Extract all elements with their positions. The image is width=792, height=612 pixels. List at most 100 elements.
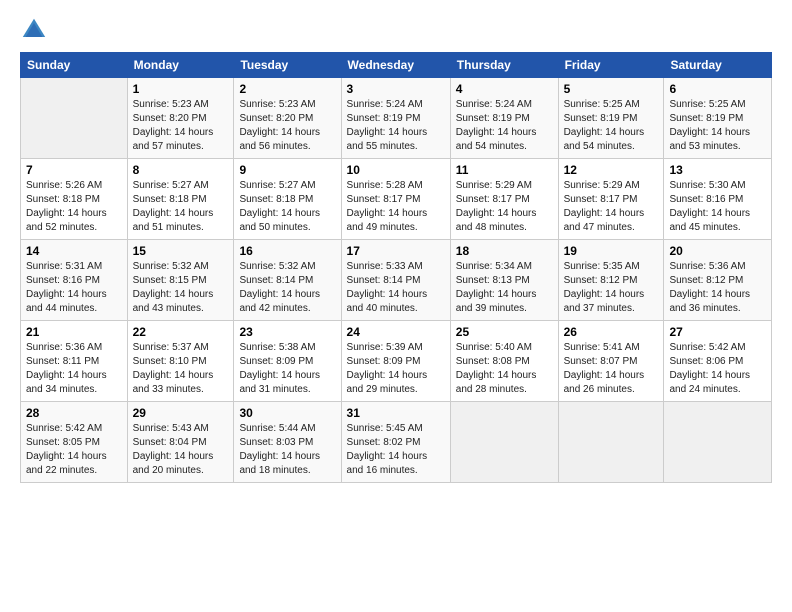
- day-number: 1: [133, 82, 229, 96]
- calendar-cell: [21, 78, 128, 159]
- day-number: 16: [239, 244, 335, 258]
- day-content: Sunrise: 5:27 AM Sunset: 8:18 PM Dayligh…: [133, 179, 229, 235]
- day-number: 31: [347, 406, 445, 420]
- day-number: 23: [239, 325, 335, 339]
- day-number: 27: [669, 325, 766, 339]
- day-content: Sunrise: 5:24 AM Sunset: 8:19 PM Dayligh…: [456, 98, 553, 154]
- day-content: Sunrise: 5:40 AM Sunset: 8:08 PM Dayligh…: [456, 341, 553, 397]
- day-number: 22: [133, 325, 229, 339]
- day-number: 11: [456, 163, 553, 177]
- calendar-cell: [664, 402, 772, 483]
- calendar-cell: 11 Sunrise: 5:29 AM Sunset: 8:17 PM Dayli…: [450, 159, 558, 240]
- day-content: Sunrise: 5:34 AM Sunset: 8:13 PM Dayligh…: [456, 260, 553, 316]
- day-content: Sunrise: 5:35 AM Sunset: 8:12 PM Dayligh…: [564, 260, 659, 316]
- day-content: Sunrise: 5:43 AM Sunset: 8:04 PM Dayligh…: [133, 422, 229, 478]
- page-header: [20, 16, 772, 44]
- day-content: Sunrise: 5:25 AM Sunset: 8:19 PM Dayligh…: [669, 98, 766, 154]
- calendar-cell: 20 Sunrise: 5:36 AM Sunset: 8:12 PM Dayli…: [664, 240, 772, 321]
- day-content: Sunrise: 5:41 AM Sunset: 8:07 PM Dayligh…: [564, 341, 659, 397]
- calendar-header-row: SundayMondayTuesdayWednesdayThursdayFrid…: [21, 53, 772, 78]
- calendar-cell: 21Sunrise: 5:36 AM Sunset: 8:11 PM Dayli…: [21, 321, 128, 402]
- calendar-cell: 3Sunrise: 5:24 AM Sunset: 8:19 PM Daylig…: [341, 78, 450, 159]
- header-tuesday: Tuesday: [234, 53, 341, 78]
- day-content: Sunrise: 5:32 AM Sunset: 8:14 PM Dayligh…: [239, 260, 335, 316]
- calendar-cell: 8 Sunrise: 5:27 AM Sunset: 8:18 PM Daylig…: [127, 159, 234, 240]
- calendar-cell: 9Sunrise: 5:27 AM Sunset: 8:18 PM Daylig…: [234, 159, 341, 240]
- calendar-cell: 6 Sunrise: 5:25 AM Sunset: 8:19 PM Daylig…: [664, 78, 772, 159]
- day-content: Sunrise: 5:38 AM Sunset: 8:09 PM Dayligh…: [239, 341, 335, 397]
- day-content: Sunrise: 5:30 AM Sunset: 8:16 PM Dayligh…: [669, 179, 766, 235]
- calendar-cell: 13 Sunrise: 5:30 AM Sunset: 8:16 PM Dayli…: [664, 159, 772, 240]
- day-content: Sunrise: 5:24 AM Sunset: 8:19 PM Dayligh…: [347, 98, 445, 154]
- day-number: 15: [133, 244, 229, 258]
- calendar-cell: 7 Sunrise: 5:26 AM Sunset: 8:18 PM Daylig…: [21, 159, 128, 240]
- calendar-week-row: 14 Sunrise: 5:31 AM Sunset: 8:16 PM Dayli…: [21, 240, 772, 321]
- day-content: Sunrise: 5:27 AM Sunset: 8:18 PM Dayligh…: [239, 179, 335, 235]
- calendar-cell: 14 Sunrise: 5:31 AM Sunset: 8:16 PM Dayli…: [21, 240, 128, 321]
- day-number: 7: [26, 163, 122, 177]
- calendar-cell: 26 Sunrise: 5:41 AM Sunset: 8:07 PM Dayli…: [558, 321, 664, 402]
- day-number: 2: [239, 82, 335, 96]
- calendar-cell: 17 Sunrise: 5:33 AM Sunset: 8:14 PM Dayli…: [341, 240, 450, 321]
- header-sunday: Sunday: [21, 53, 128, 78]
- calendar-cell: 23 Sunrise: 5:38 AM Sunset: 8:09 PM Dayli…: [234, 321, 341, 402]
- calendar-cell: 30 Sunrise: 5:44 AM Sunset: 8:03 PM Dayli…: [234, 402, 341, 483]
- calendar-week-row: 28Sunrise: 5:42 AM Sunset: 8:05 PM Dayli…: [21, 402, 772, 483]
- day-content: Sunrise: 5:33 AM Sunset: 8:14 PM Dayligh…: [347, 260, 445, 316]
- calendar-cell: 27 Sunrise: 5:42 AM Sunset: 8:06 PM Dayli…: [664, 321, 772, 402]
- day-number: 12: [564, 163, 659, 177]
- day-content: Sunrise: 5:23 AM Sunset: 8:20 PM Dayligh…: [239, 98, 335, 154]
- day-number: 18: [456, 244, 553, 258]
- day-number: 20: [669, 244, 766, 258]
- calendar-cell: 19 Sunrise: 5:35 AM Sunset: 8:12 PM Dayli…: [558, 240, 664, 321]
- day-content: Sunrise: 5:36 AM Sunset: 8:12 PM Dayligh…: [669, 260, 766, 316]
- logo-icon: [20, 16, 48, 44]
- calendar-cell: 28Sunrise: 5:42 AM Sunset: 8:05 PM Dayli…: [21, 402, 128, 483]
- calendar-cell: 12 Sunrise: 5:29 AM Sunset: 8:17 PM Dayli…: [558, 159, 664, 240]
- calendar-week-row: 21Sunrise: 5:36 AM Sunset: 8:11 PM Dayli…: [21, 321, 772, 402]
- day-number: 25: [456, 325, 553, 339]
- day-number: 4: [456, 82, 553, 96]
- day-number: 5: [564, 82, 659, 96]
- day-content: Sunrise: 5:42 AM Sunset: 8:06 PM Dayligh…: [669, 341, 766, 397]
- day-number: 19: [564, 244, 659, 258]
- header-friday: Friday: [558, 53, 664, 78]
- day-content: Sunrise: 5:29 AM Sunset: 8:17 PM Dayligh…: [456, 179, 553, 235]
- day-content: Sunrise: 5:36 AM Sunset: 8:11 PM Dayligh…: [26, 341, 122, 397]
- day-number: 14: [26, 244, 122, 258]
- day-number: 26: [564, 325, 659, 339]
- day-number: 29: [133, 406, 229, 420]
- calendar-cell: 24Sunrise: 5:39 AM Sunset: 8:09 PM Dayli…: [341, 321, 450, 402]
- calendar-cell: [450, 402, 558, 483]
- header-saturday: Saturday: [664, 53, 772, 78]
- day-number: 17: [347, 244, 445, 258]
- calendar-cell: 2 Sunrise: 5:23 AM Sunset: 8:20 PM Daylig…: [234, 78, 341, 159]
- calendar-week-row: 1 Sunrise: 5:23 AM Sunset: 8:20 PM Daylig…: [21, 78, 772, 159]
- day-number: 30: [239, 406, 335, 420]
- calendar-cell: 22Sunrise: 5:37 AM Sunset: 8:10 PM Dayli…: [127, 321, 234, 402]
- calendar-cell: 15 Sunrise: 5:32 AM Sunset: 8:15 PM Dayli…: [127, 240, 234, 321]
- calendar-table: SundayMondayTuesdayWednesdayThursdayFrid…: [20, 52, 772, 483]
- day-content: Sunrise: 5:44 AM Sunset: 8:03 PM Dayligh…: [239, 422, 335, 478]
- day-content: Sunrise: 5:26 AM Sunset: 8:18 PM Dayligh…: [26, 179, 122, 235]
- day-content: Sunrise: 5:32 AM Sunset: 8:15 PM Dayligh…: [133, 260, 229, 316]
- day-content: Sunrise: 5:23 AM Sunset: 8:20 PM Dayligh…: [133, 98, 229, 154]
- header-wednesday: Wednesday: [341, 53, 450, 78]
- calendar-cell: [558, 402, 664, 483]
- calendar-cell: 29 Sunrise: 5:43 AM Sunset: 8:04 PM Dayli…: [127, 402, 234, 483]
- day-content: Sunrise: 5:31 AM Sunset: 8:16 PM Dayligh…: [26, 260, 122, 316]
- day-number: 6: [669, 82, 766, 96]
- day-number: 28: [26, 406, 122, 420]
- calendar-cell: 31Sunrise: 5:45 AM Sunset: 8:02 PM Dayli…: [341, 402, 450, 483]
- calendar-cell: 1 Sunrise: 5:23 AM Sunset: 8:20 PM Daylig…: [127, 78, 234, 159]
- day-number: 10: [347, 163, 445, 177]
- calendar-cell: 5Sunrise: 5:25 AM Sunset: 8:19 PM Daylig…: [558, 78, 664, 159]
- day-content: Sunrise: 5:29 AM Sunset: 8:17 PM Dayligh…: [564, 179, 659, 235]
- day-number: 8: [133, 163, 229, 177]
- calendar-cell: 4 Sunrise: 5:24 AM Sunset: 8:19 PM Daylig…: [450, 78, 558, 159]
- calendar-cell: 18 Sunrise: 5:34 AM Sunset: 8:13 PM Dayli…: [450, 240, 558, 321]
- calendar-week-row: 7 Sunrise: 5:26 AM Sunset: 8:18 PM Daylig…: [21, 159, 772, 240]
- day-number: 24: [347, 325, 445, 339]
- day-number: 13: [669, 163, 766, 177]
- header-monday: Monday: [127, 53, 234, 78]
